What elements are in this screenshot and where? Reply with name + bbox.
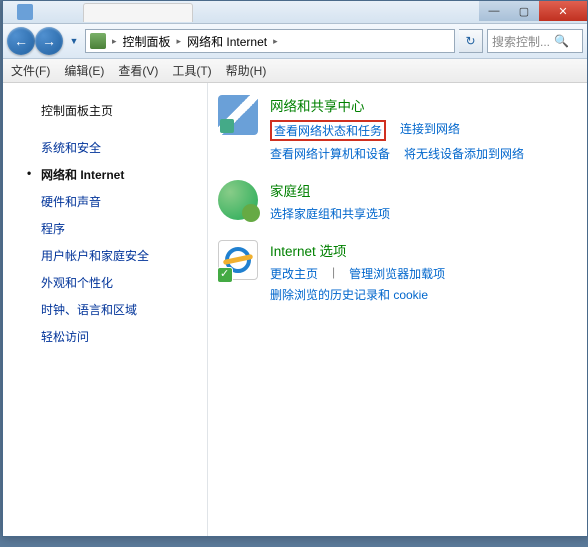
sidebar-item-user-accounts[interactable]: 用户帐户和家庭安全 [3, 242, 203, 269]
homegroup-icon [218, 180, 258, 220]
control-panel-icon [90, 33, 106, 49]
close-button[interactable]: ✕ [539, 1, 587, 21]
menu-file[interactable]: 文件(F) [11, 62, 50, 79]
refresh-button[interactable]: ↻ [459, 29, 483, 53]
link-choose-homegroup[interactable]: 选择家庭组和共享选项 [270, 205, 390, 222]
menu-help[interactable]: 帮助(H) [226, 62, 267, 79]
section-internet-options: Internet 选项 更改主页 | 管理浏览器加载项 删除浏览的历史记录和 c… [218, 240, 577, 303]
link-add-wireless[interactable]: 将无线设备添加到网络 [404, 145, 524, 162]
forward-button[interactable]: → [35, 27, 63, 55]
search-icon: 🔍 [554, 34, 569, 48]
link-separator: | [332, 265, 335, 282]
nav-history-dropdown[interactable]: ▼ [67, 27, 81, 55]
link-view-computers[interactable]: 查看网络计算机和设备 [270, 145, 390, 162]
nav-buttons: ← → [7, 27, 63, 55]
crumb-root[interactable]: 控制面板 [123, 33, 171, 50]
window-icon [17, 4, 33, 20]
sidebar-item-system-security[interactable]: 系统和安全 [3, 134, 203, 161]
section-network-sharing: 网络和共享中心 查看网络状态和任务 连接到网络 查看网络计算机和设备 将无线设备… [218, 95, 577, 162]
crumb-separator-icon: ▸ [112, 36, 117, 47]
link-connect-network[interactable]: 连接到网络 [400, 120, 460, 141]
network-sharing-icon [218, 95, 258, 135]
homegroup-title[interactable]: 家庭组 [270, 180, 577, 200]
internet-options-icon [218, 240, 258, 280]
menu-edit[interactable]: 编辑(E) [64, 62, 104, 79]
main-panel: 网络和共享中心 查看网络状态和任务 连接到网络 查看网络计算机和设备 将无线设备… [207, 83, 587, 536]
link-view-network-status[interactable]: 查看网络状态和任务 [270, 120, 386, 141]
sidebar-item-programs[interactable]: 程序 [3, 215, 203, 242]
checkmark-badge-icon [217, 267, 233, 283]
link-change-homepage[interactable]: 更改主页 [270, 265, 318, 282]
sidebar-item-clock-language[interactable]: 时钟、语言和区域 [3, 296, 203, 323]
crumb-current[interactable]: 网络和 Internet [187, 33, 267, 50]
internet-options-title[interactable]: Internet 选项 [270, 240, 577, 260]
navigation-bar: ← → ▼ ▸ 控制面板 ▸ 网络和 Internet ▸ ↻ 搜索控制... … [3, 24, 587, 59]
menu-view[interactable]: 查看(V) [118, 62, 158, 79]
search-placeholder: 搜索控制... [492, 33, 550, 50]
title-bar: — ▢ ✕ [3, 1, 587, 24]
sidebar-home[interactable]: 控制面板主页 [3, 97, 203, 124]
link-manage-addons[interactable]: 管理浏览器加载项 [349, 265, 445, 282]
window-controls: — ▢ ✕ [479, 1, 587, 21]
network-sharing-title[interactable]: 网络和共享中心 [270, 95, 577, 115]
search-input[interactable]: 搜索控制... 🔍 [487, 29, 583, 53]
address-bar[interactable]: ▸ 控制面板 ▸ 网络和 Internet ▸ [85, 29, 455, 53]
maximize-button[interactable]: ▢ [509, 1, 539, 21]
sidebar-item-appearance[interactable]: 外观和个性化 [3, 269, 203, 296]
crumb-separator-icon: ▸ [177, 36, 182, 47]
minimize-button[interactable]: — [479, 1, 509, 21]
sidebar-item-hardware-sound[interactable]: 硬件和声音 [3, 188, 203, 215]
menu-bar: 文件(F) 编辑(E) 查看(V) 工具(T) 帮助(H) [3, 59, 587, 83]
content-area: 控制面板主页 系统和安全 网络和 Internet 硬件和声音 程序 用户帐户和… [3, 83, 587, 536]
crumb-separator-icon: ▸ [273, 36, 278, 47]
link-delete-history[interactable]: 删除浏览的历史记录和 cookie [270, 286, 428, 303]
sidebar-item-ease-access[interactable]: 轻松访问 [3, 323, 203, 350]
window-frame: — ▢ ✕ ← → ▼ ▸ 控制面板 ▸ 网络和 Internet ▸ ↻ 搜索… [2, 0, 588, 537]
section-homegroup: 家庭组 选择家庭组和共享选项 [218, 180, 577, 222]
menu-tools[interactable]: 工具(T) [172, 62, 211, 79]
back-button[interactable]: ← [7, 27, 35, 55]
sidebar: 控制面板主页 系统和安全 网络和 Internet 硬件和声音 程序 用户帐户和… [3, 83, 203, 536]
sidebar-item-network-internet[interactable]: 网络和 Internet [3, 161, 203, 188]
background-tab [83, 3, 193, 22]
